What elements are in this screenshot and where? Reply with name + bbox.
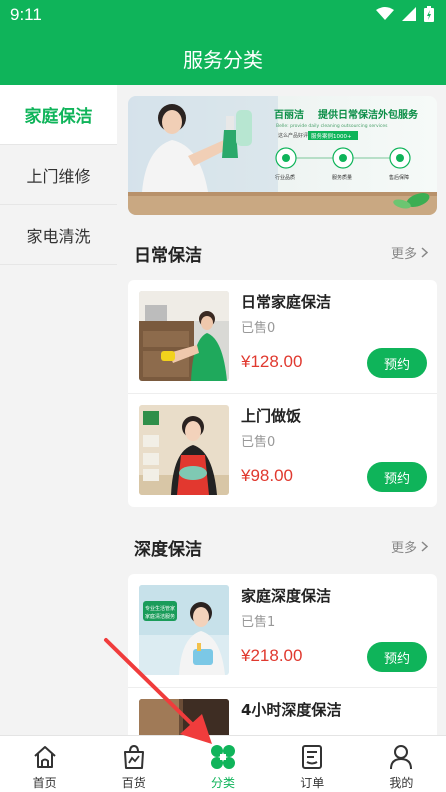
banner-sub2: 服务案例1000+ bbox=[311, 132, 352, 140]
service-sold-count: 已售1 bbox=[241, 615, 276, 630]
home-icon bbox=[33, 746, 56, 768]
profile-icon bbox=[390, 745, 413, 770]
service-item[interactable]: 日常家庭保洁 已售0 ¥128.00 预约 bbox=[128, 280, 437, 393]
service-thumbnail bbox=[139, 405, 229, 495]
banner-brand: 百丽洁 bbox=[274, 108, 304, 121]
book-button[interactable]: 预约 bbox=[367, 462, 427, 492]
service-list-deep: 专业生活管家 家庭清洁服务 家庭深度保洁 已售1 ¥218.00 预约 4小时深… bbox=[128, 574, 437, 735]
promo-banner[interactable]: 百丽洁 提供日常保洁外包服务 Belle: provide daily clea… bbox=[128, 96, 437, 215]
banner-sub1: 这么产品好评 bbox=[278, 132, 308, 139]
section-header-daily: 日常保洁 更多 bbox=[117, 231, 446, 271]
shopping-bag-icon bbox=[123, 744, 144, 769]
tab-category[interactable]: 分类 bbox=[178, 736, 267, 792]
battery-icon bbox=[424, 6, 434, 22]
tab-profile[interactable]: 我的 bbox=[357, 736, 446, 792]
service-thumbnail bbox=[139, 291, 229, 381]
service-title: 家庭深度保洁 bbox=[241, 587, 332, 605]
service-sold-count: 已售0 bbox=[241, 321, 276, 336]
status-icons bbox=[376, 6, 434, 22]
sidebar-item-home-cleaning[interactable]: 家庭保洁 bbox=[0, 85, 117, 145]
service-thumbnail bbox=[139, 699, 229, 735]
banner-illustration: 百丽洁 提供日常保洁外包服务 Belle: provide daily clea… bbox=[128, 96, 437, 215]
category-sidebar: 家庭保洁 上门维修 家电清洗 bbox=[0, 85, 117, 735]
service-title: 日常家庭保洁 bbox=[241, 293, 332, 311]
sidebar-item-label: 家电清洗 bbox=[26, 226, 91, 246]
service-list-daily: 日常家庭保洁 已售0 ¥128.00 预约 上门做饭 已售0 ¥98.00 预约 bbox=[128, 280, 437, 507]
tab-label: 百货 bbox=[121, 776, 146, 790]
service-price: ¥128.00 bbox=[241, 352, 303, 371]
more-label: 更多 bbox=[390, 541, 417, 556]
service-item[interactable]: 上门做饭 已售0 ¥98.00 预约 bbox=[128, 393, 437, 506]
tab-label: 我的 bbox=[389, 776, 414, 790]
service-item[interactable]: 专业生活管家 家庭清洁服务 家庭深度保洁 已售1 ¥218.00 预约 bbox=[128, 574, 437, 687]
banner-feature-3: 售后保障 bbox=[389, 174, 409, 181]
app-header: 服务分类 bbox=[0, 30, 446, 85]
status-time: 9:11 bbox=[10, 5, 42, 24]
book-button[interactable]: 预约 bbox=[367, 642, 427, 672]
service-price: ¥98.00 bbox=[241, 466, 293, 485]
service-price: ¥218.00 bbox=[241, 646, 303, 665]
thumb-tagline-1: 专业生活管家 bbox=[145, 605, 175, 612]
service-sold-count: 已售0 bbox=[241, 435, 276, 450]
book-button[interactable]: 预约 bbox=[367, 348, 427, 378]
banner-headline: 提供日常保洁外包服务 bbox=[318, 108, 419, 121]
chevron-right-icon bbox=[421, 247, 428, 258]
tab-label: 订单 bbox=[300, 776, 325, 790]
tab-label: 首页 bbox=[32, 776, 57, 790]
section-title: 深度保洁 bbox=[134, 540, 202, 560]
chevron-right-icon bbox=[421, 541, 428, 552]
bottom-tab-bar: 首页 百货 分类 订单 我的 bbox=[0, 735, 446, 792]
banner-feature-2: 服务质量 bbox=[332, 174, 352, 181]
order-icon bbox=[302, 745, 323, 769]
category-icon bbox=[211, 745, 235, 769]
tab-goods[interactable]: 百货 bbox=[89, 736, 178, 792]
sidebar-item-repair[interactable]: 上门维修 bbox=[0, 145, 117, 205]
sidebar-item-label: 家庭保洁 bbox=[24, 107, 93, 127]
more-link[interactable]: 更多 bbox=[391, 537, 428, 556]
section-title: 日常保洁 bbox=[134, 246, 202, 266]
main-content: 百丽洁 提供日常保洁外包服务 Belle: provide daily clea… bbox=[117, 85, 446, 735]
banner-english: Belle: provide daily cleaning outsourcin… bbox=[276, 123, 388, 129]
more-link[interactable]: 更多 bbox=[391, 243, 428, 262]
tab-orders[interactable]: 订单 bbox=[268, 736, 357, 792]
service-title: 上门做饭 bbox=[241, 407, 302, 425]
page-title: 服务分类 bbox=[183, 48, 263, 72]
tab-label: 分类 bbox=[211, 776, 236, 790]
sidebar-item-label: 上门维修 bbox=[26, 166, 91, 186]
service-title: 4小时深度保洁 bbox=[241, 701, 342, 719]
service-thumbnail: 专业生活管家 家庭清洁服务 bbox=[139, 585, 229, 675]
more-label: 更多 bbox=[390, 247, 417, 262]
wifi-icon bbox=[376, 7, 394, 20]
tab-home[interactable]: 首页 bbox=[0, 736, 89, 792]
status-bar: 9:11 bbox=[0, 0, 446, 30]
signal-icon bbox=[402, 7, 416, 21]
thumb-tagline-2: 家庭清洁服务 bbox=[145, 613, 175, 620]
banner-feature-1: 行业品质 bbox=[275, 174, 295, 181]
section-header-deep: 深度保洁 更多 bbox=[117, 525, 446, 565]
service-item[interactable]: 4小时深度保洁 bbox=[128, 687, 437, 735]
sidebar-item-appliance-cleaning[interactable]: 家电清洗 bbox=[0, 205, 117, 265]
